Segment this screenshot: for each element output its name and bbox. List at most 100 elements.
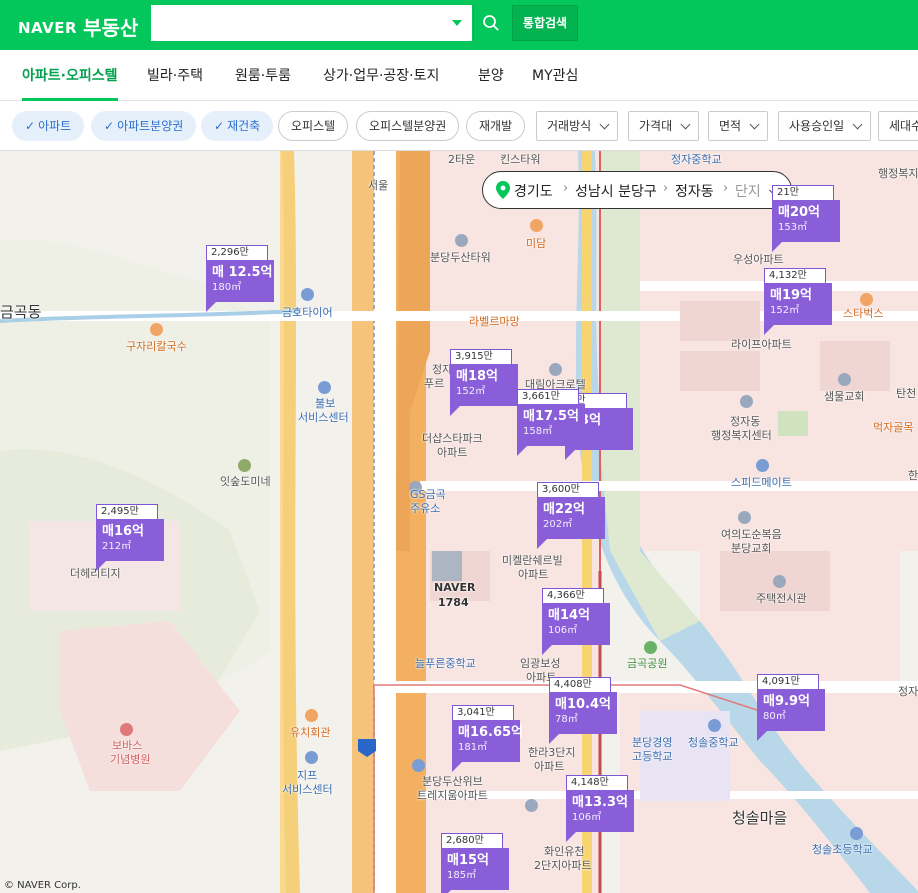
search-input[interactable]: [151, 5, 431, 39]
marker-area: 158㎡: [523, 426, 553, 437]
park-icon: [644, 641, 657, 654]
chevron-right-icon: ›: [563, 181, 569, 196]
label-hwain2: 2단지아파트: [534, 859, 592, 872]
marker-price-per-area: 4,132만: [764, 268, 826, 283]
marker-price: 매16억: [102, 524, 145, 539]
tab-apartment-officetel[interactable]: 아파트·오피스텔: [22, 65, 117, 85]
hospital-icon: [120, 723, 133, 736]
search-button[interactable]: [473, 5, 507, 41]
label-itsuldo: 잇숲도미네: [220, 475, 271, 488]
filter-chip-apartment[interactable]: ✓ 아파트: [12, 111, 85, 141]
marker-price: 매 12.5억: [212, 265, 273, 280]
label-guzari: 구자리칼국수: [126, 340, 187, 353]
total-search-button[interactable]: 통합검색: [512, 5, 578, 41]
marker-area: 212㎡: [102, 541, 132, 552]
marker-tail: [452, 762, 462, 772]
price-marker[interactable]: 3,915만 매18억 152㎡: [450, 349, 518, 416]
label-geumho: 금호타이어: [282, 306, 333, 319]
naver-real-estate-logo[interactable]: NAVER 부동산: [18, 12, 138, 41]
label-sammul-church: 샘물교회: [824, 390, 865, 403]
marker-price-per-area: 3,041만: [452, 705, 514, 720]
label-geumgok-park: 금곡공원: [627, 657, 668, 670]
chevron-right-icon: ›: [663, 181, 669, 196]
tab-my-interest[interactable]: MY관심: [532, 65, 578, 85]
school-icon: [708, 719, 721, 732]
label-naver-1784b: 1784: [438, 596, 469, 609]
tab-presale[interactable]: 분양: [478, 65, 504, 85]
check-icon: ✓: [25, 119, 36, 133]
filter-chip-redevelopment[interactable]: 재개발: [466, 111, 526, 141]
tab-oneroom-tworoom[interactable]: 원룸·투룸: [235, 65, 291, 85]
marker-price-per-area: 3,600만: [537, 482, 599, 497]
label-the-sharp-apt: 아파트: [437, 446, 468, 459]
label-ziff-center: 서비스센터: [282, 783, 333, 796]
price-marker[interactable]: 4,148만 매13.3억 106㎡: [566, 775, 634, 842]
label-gs-station2: 주유소: [410, 502, 441, 515]
price-marker[interactable]: 4,132만 매19억 152㎡: [764, 268, 832, 335]
car-service-icon: [305, 751, 318, 764]
price-marker[interactable]: 2,495만 매16억 212㎡: [96, 504, 164, 571]
marker-price: 매13.3억: [572, 795, 628, 810]
label-midam: 미담: [526, 237, 547, 250]
price-marker[interactable]: 2,680만 매15억 185㎡: [441, 833, 509, 893]
map-canvas[interactable]: 금곡동 구자리칼국수 금호타이어 불보 서비스센터 잇숲도미네 더헤리티지 유치…: [0, 151, 918, 893]
car-service-icon: [318, 381, 331, 394]
marker-area: 152㎡: [456, 386, 486, 397]
marker-tail: [757, 731, 767, 741]
restaurant-icon: [150, 323, 163, 336]
logo-naver: NAVER: [18, 19, 78, 37]
marker-price-per-area: 4,148만: [566, 775, 628, 790]
marker-price: 매19억: [770, 288, 813, 303]
landmark-icon: [773, 575, 786, 588]
marker-price-per-area: 2,680만: [441, 833, 503, 848]
marker-tail: [450, 406, 460, 416]
label-speedmate: 스피드메이트: [731, 476, 792, 489]
filter-chip-apartment-presale[interactable]: ✓ 아파트분양권: [91, 111, 197, 141]
label-bobath-hospital: 기념병원: [110, 753, 151, 766]
restaurant-icon: [305, 709, 318, 722]
breadcrumb-province[interactable]: 경기도: [514, 181, 553, 201]
restaurant-icon: [530, 219, 543, 232]
dropdown-area[interactable]: 면적: [708, 111, 769, 141]
dropdown-households[interactable]: 세대수: [878, 111, 918, 141]
price-marker[interactable]: 4,366만 매14억 106㎡: [542, 588, 610, 655]
price-marker[interactable]: 4,091만 매9.9억 80㎡: [757, 674, 825, 741]
price-marker[interactable]: 21만 매20억 153㎡: [772, 185, 840, 252]
school-icon: [850, 827, 863, 840]
label-doosan-weave2: 트레지움아파트: [417, 789, 488, 802]
map-copyright: © NAVER Corp.: [4, 880, 81, 891]
dropdown-approval-date[interactable]: 사용승인일: [778, 111, 872, 141]
attraction-icon: [238, 459, 251, 472]
filter-chip-officetel[interactable]: 오피스텔: [278, 111, 349, 141]
breadcrumb-dong[interactable]: 정자동: [675, 181, 714, 201]
tower-icon: [455, 234, 468, 247]
price-marker[interactable]: 3,661만 매17.5억 158㎡: [517, 389, 585, 456]
search-dropdown-icon[interactable]: [452, 20, 462, 26]
label-cheongsol-ms: 청솔중학교: [688, 736, 739, 749]
label-life-apt: 라이프아파트: [731, 338, 792, 351]
church-icon: [838, 373, 851, 386]
price-marker[interactable]: 3,600만 매22억 202㎡: [537, 482, 605, 549]
marker-tail: [96, 561, 106, 571]
marker-area: 185㎡: [447, 870, 477, 881]
filter-chip-reconstruction[interactable]: ✓ 재건축: [201, 111, 274, 141]
check-icon: ✓: [104, 119, 115, 133]
car-service-icon: [756, 459, 769, 472]
breadcrumb-city[interactable]: 성남시 분당구: [575, 181, 657, 201]
price-marker[interactable]: 2,296만 매 12.5억 180㎡: [206, 245, 274, 312]
marker-price: 매14억: [548, 608, 591, 623]
dropdown-price[interactable]: 가격대: [628, 111, 700, 141]
breadcrumb-complex[interactable]: 단지: [735, 181, 761, 201]
marker-price: 매17.5억: [523, 409, 579, 424]
filter-chip-officetel-presale[interactable]: 오피스텔분양권: [356, 111, 460, 141]
tab-commercial-land[interactable]: 상가·업무·공장·토지: [323, 65, 439, 85]
dropdown-trade-type[interactable]: 거래방식: [536, 111, 619, 141]
label-housing-exhibit: 주택전시관: [756, 592, 807, 605]
price-marker[interactable]: 4,408만 매10.4억 78㎡: [549, 677, 617, 744]
label-cheongsol-es: 청솔초등학교: [812, 843, 873, 856]
marker-price: 매18억: [456, 369, 499, 384]
marker-area: 181㎡: [458, 742, 488, 753]
price-marker[interactable]: 3,041만 매16.65억 181㎡: [452, 705, 523, 772]
label-pru: 푸르: [424, 377, 445, 390]
tab-villa-house[interactable]: 빌라·주택: [147, 65, 203, 85]
